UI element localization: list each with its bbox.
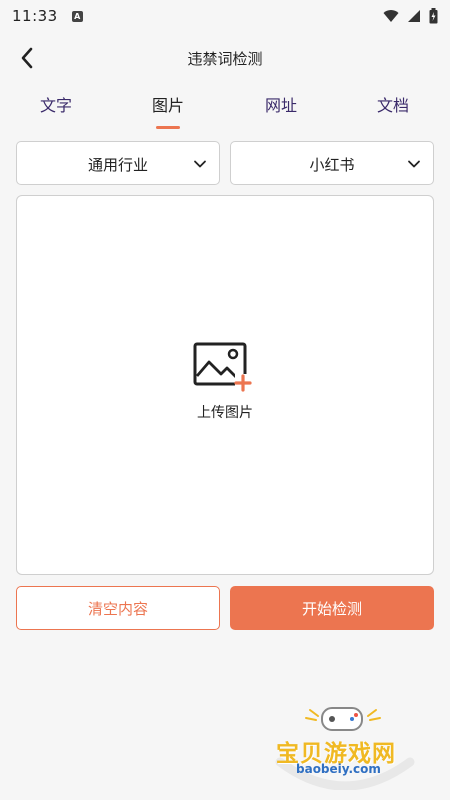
status-bar: 11:33 A [0,0,450,32]
upload-image-label: 上传图片 [197,405,253,421]
platform-select-value: 小红书 [309,156,355,174]
page-title: 违禁词检测 [187,50,263,68]
tab-image[interactable]: 图片 [128,92,208,129]
status-time: 11:33 [12,7,58,25]
tab-image-label: 图片 [151,96,184,115]
chevron-down-icon [408,160,420,168]
active-tab-indicator [156,126,180,129]
image-add-icon [193,342,252,392]
status-icons [383,8,438,24]
chevron-down-icon [194,160,206,168]
tab-bar: 文字 图片 网址 文档 [0,92,450,132]
start-detection-button[interactable]: 开始检测 [230,586,434,630]
industry-select-value: 通用行业 [87,156,148,174]
image-upload-area[interactable]: 上传图片 [16,195,434,575]
platform-select[interactable]: 小红书 [230,141,434,185]
tab-document[interactable]: 文档 [353,92,433,116]
notification-icon: A [71,10,83,22]
tab-url[interactable]: 网址 [241,92,321,116]
battery-icon [429,8,438,24]
wifi-icon [383,10,399,22]
site-watermark-logo: 宝贝游戏网 baobeiy.com [270,700,430,790]
clear-content-button[interactable]: 清空内容 [16,586,220,630]
tab-text[interactable]: 文字 [16,92,96,116]
signal-icon [408,10,420,22]
watermark-url: baobeiy.com [296,762,381,776]
industry-select[interactable]: 通用行业 [16,141,220,185]
nav-bar: 违禁词检测 [0,38,450,78]
